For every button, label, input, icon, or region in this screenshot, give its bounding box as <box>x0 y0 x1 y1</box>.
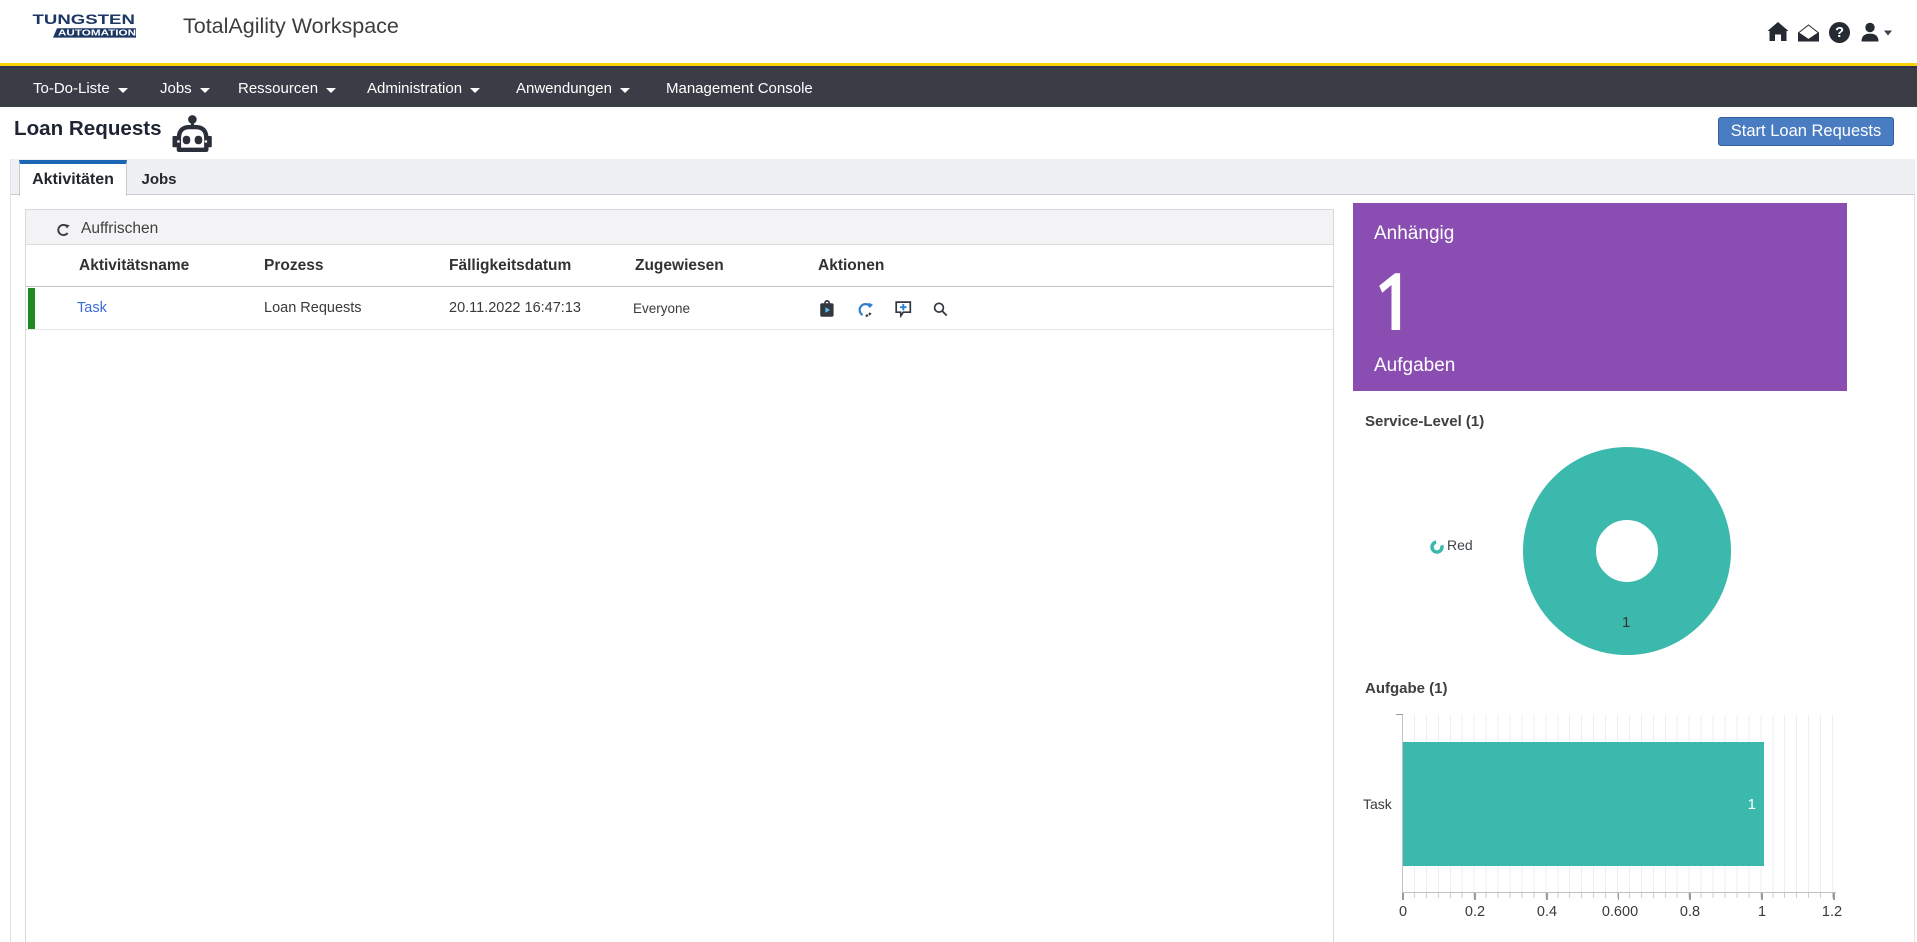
svg-text:?: ? <box>1835 25 1844 41</box>
svg-text:TUNGSTEN: TUNGSTEN <box>33 12 135 27</box>
svg-text:AUTOMATION: AUTOMATION <box>58 29 136 38</box>
